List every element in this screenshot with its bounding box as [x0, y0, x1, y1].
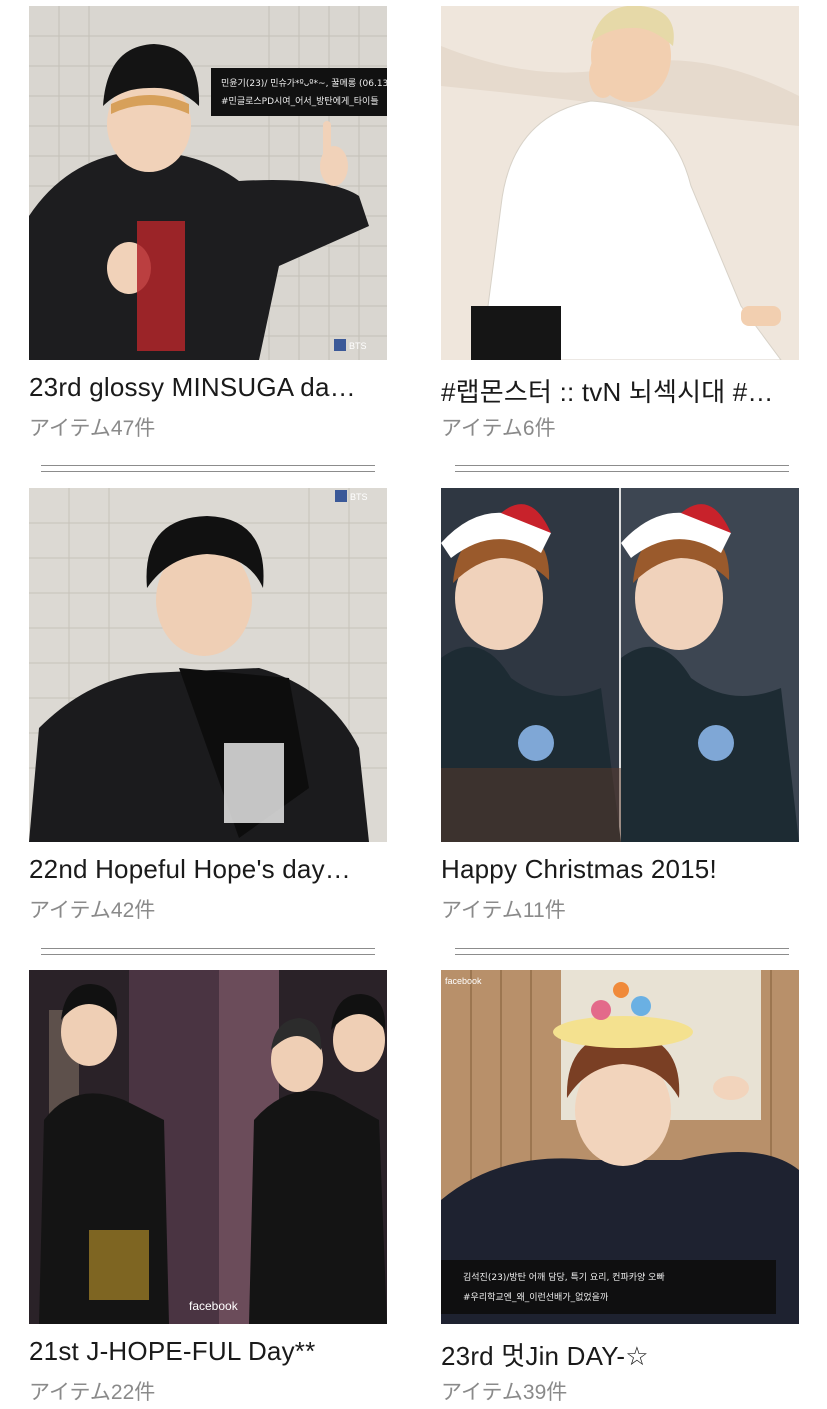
album-item-count: アイテム47件 [29, 417, 156, 440]
watermark-logo: facebook [189, 1299, 239, 1313]
album-title[interactable]: #랩몬스터 :: tvN 뇌섹시대 #… [441, 372, 799, 409]
overlay-caption-line: #민글로스PD시여_어서_방탄에게_타이틀 [221, 95, 379, 107]
watermark-logo: facebook [445, 976, 482, 986]
album-item-count: アイテム42件 [29, 899, 156, 922]
overlay-caption-line: 민윤기(23)/ 민슈가*ºᴗº*~, 꿀메롱 (06.13) [221, 78, 387, 89]
overlay-caption-line: #우리학교엔_왜_이런선배가_없었을까 [463, 1291, 609, 1303]
album-title[interactable]: Happy Christmas 2015! [441, 854, 799, 885]
separator [41, 948, 375, 955]
album-title[interactable]: 22nd Hopeful Hope's day… [29, 854, 387, 885]
album-thumbnail[interactable]: 민윤기(23)/ 민슈가*ºᴗº*~, 꿀메롱 (06.13) #민글로스PD시… [29, 6, 387, 360]
album-title[interactable]: 23rd glossy MINSUGA da… [29, 372, 387, 403]
watermark-logo: BTS [349, 341, 367, 351]
album-thumbnail[interactable]: facebook [29, 970, 387, 1324]
album-title[interactable]: 21st J-HOPE-FUL Day** [29, 1336, 387, 1367]
album-item-count: アイテム22件 [29, 1381, 156, 1404]
album-thumbnail[interactable] [441, 6, 799, 360]
separator [41, 465, 375, 472]
album-title[interactable]: 23rd 멋Jin DAY-☆ [441, 1336, 799, 1373]
album-item-count: アイテム11件 [441, 899, 566, 922]
album-thumbnail[interactable]: BTS [29, 488, 387, 842]
album-item-count: アイテム6件 [441, 417, 556, 440]
album-thumbnail[interactable]: 김석진(23)/방탄 어깨 담당, 특기 요리, 컨파카양 오빠 #우리학교엔_… [441, 970, 799, 1324]
separator [455, 948, 789, 955]
separator [455, 465, 789, 472]
album-thumbnail[interactable] [441, 488, 799, 842]
overlay-caption-line: 김석진(23)/방탄 어깨 담당, 특기 요리, 컨파카양 오빠 [463, 1271, 665, 1283]
album-item-count: アイテム39件 [441, 1381, 568, 1404]
watermark-logo: BTS [350, 492, 368, 502]
